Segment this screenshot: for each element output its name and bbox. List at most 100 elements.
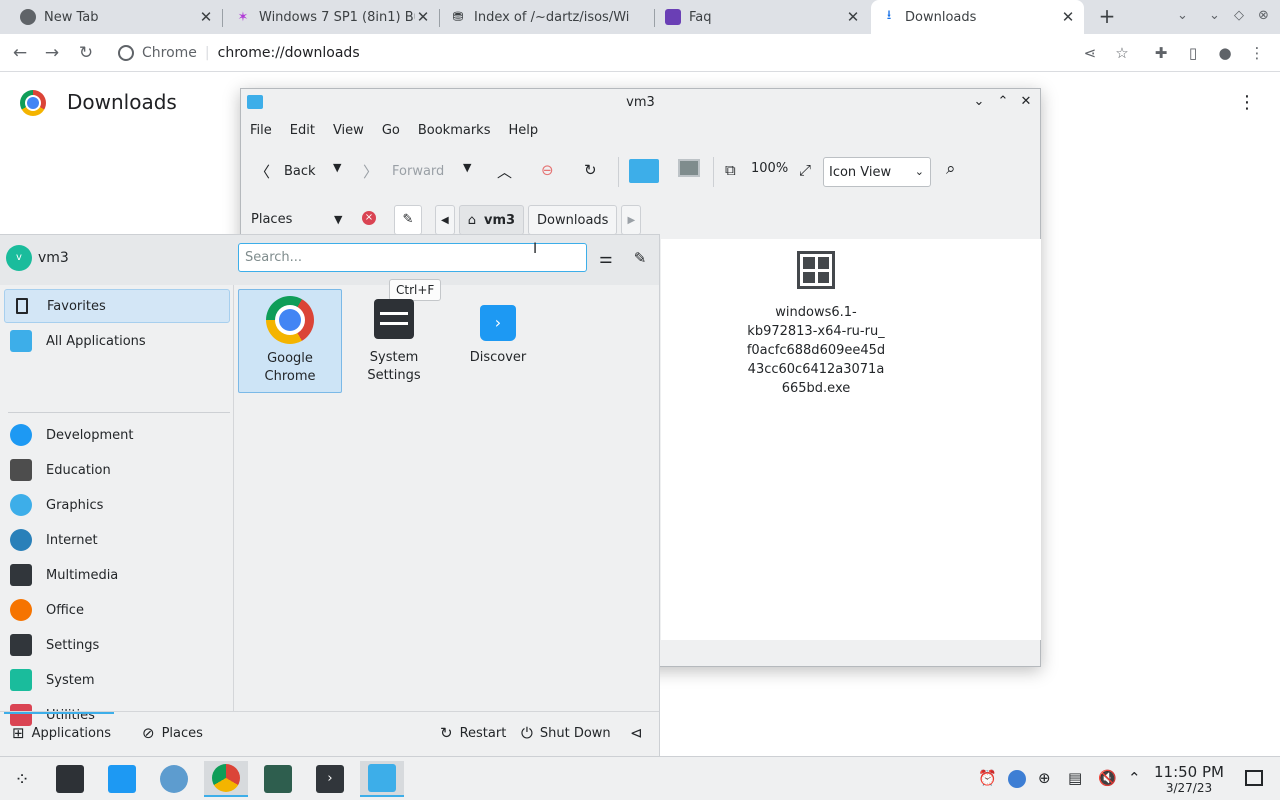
up-icon[interactable]: ︿: [497, 161, 512, 182]
category-development[interactable]: Development: [4, 418, 230, 452]
maximize-icon[interactable]: ⌃: [995, 94, 1011, 110]
tab-index-of[interactable]: ⛃ Index of /~dartz/isos/Win: [440, 0, 654, 34]
category-favorites[interactable]: Favorites: [4, 289, 230, 323]
reload-icon[interactable]: ↻: [584, 161, 597, 179]
view-mode-select[interactable]: Icon View ⌄: [823, 157, 931, 187]
forward-button[interactable]: 〉 Forward: [363, 161, 444, 182]
minimize-icon[interactable]: ⌄: [1209, 8, 1220, 23]
places-dropdown-icon[interactable]: ▼: [334, 213, 342, 226]
multimedia-icon: [10, 564, 32, 586]
minimize-icon[interactable]: ⌄: [971, 94, 987, 110]
close-icon[interactable]: ⊗: [1258, 8, 1269, 23]
tab-close-icon[interactable]: ✕: [1060, 8, 1076, 26]
configure-icon[interactable]: ⚌: [595, 247, 617, 269]
browser-menu-icon[interactable]: ⋮: [1247, 43, 1267, 63]
clock-date[interactable]: 3/27/23: [1150, 781, 1228, 795]
profile-icon[interactable]: ●: [1215, 43, 1235, 63]
breadcrumb-right-arrow-icon[interactable]: ▶: [621, 205, 642, 235]
restart-button[interactable]: ↻ Restart: [440, 724, 506, 742]
tab-close-icon[interactable]: ✕: [198, 8, 214, 26]
app-google-chrome[interactable]: Google Chrome: [238, 289, 342, 393]
task-discover[interactable]: [100, 761, 144, 797]
forward-history-dropdown-icon[interactable]: ▼: [463, 161, 471, 174]
category-graphics[interactable]: Graphics: [4, 488, 230, 522]
menu-go[interactable]: Go: [373, 119, 409, 145]
preview-icon[interactable]: [678, 159, 700, 177]
category-system[interactable]: System: [4, 663, 230, 697]
bookmark-star-icon[interactable]: ☆: [1112, 43, 1132, 63]
clock-time[interactable]: 11:50 PM: [1150, 764, 1228, 780]
update-icon[interactable]: ⊕: [1038, 769, 1051, 787]
breadcrumb-downloads[interactable]: Downloads: [528, 205, 618, 235]
pin-icon[interactable]: ✎: [629, 247, 651, 269]
globe-icon: [10, 529, 32, 551]
application-launcher: v vm3 ⚌ ✎ I Ctrl+F Favorites All Applica…: [0, 234, 660, 756]
menu-bookmarks[interactable]: Bookmarks: [409, 119, 500, 145]
home-folder-icon[interactable]: [629, 159, 659, 183]
qbittorrent-icon[interactable]: [1008, 770, 1026, 788]
alarm-icon[interactable]: ⏰: [978, 769, 997, 787]
zoom-in-icon[interactable]: ⤢: [799, 161, 811, 179]
tab-new-tab[interactable]: New Tab ✕: [0, 0, 222, 34]
avatar[interactable]: v: [6, 245, 32, 271]
edit-location-icon[interactable]: ✎: [394, 205, 422, 235]
window-titlebar[interactable]: vm3 ⌄ ⌃ ✕: [241, 89, 1040, 117]
tab-faq[interactable]: Faq ✕: [655, 0, 869, 34]
search-icon[interactable]: ⌕: [946, 159, 956, 179]
tab-applications[interactable]: ⊞ Applications: [12, 724, 111, 742]
close-panel-icon[interactable]: ×: [362, 211, 376, 225]
category-office[interactable]: Office: [4, 593, 230, 627]
task-kde-connect[interactable]: [152, 761, 196, 797]
category-settings[interactable]: Settings: [4, 628, 230, 662]
back-icon[interactable]: ←: [10, 43, 30, 63]
close-icon[interactable]: ✕: [1018, 94, 1034, 110]
maximize-icon[interactable]: ◇: [1234, 8, 1244, 23]
breadcrumb: ◀ ⌂ vm3 Downloads ▶: [435, 205, 645, 235]
shutdown-button[interactable]: ⏻ Shut Down: [521, 724, 611, 742]
tab-windows7[interactable]: ✶ Windows 7 SP1 (8in1) Buil ✕: [223, 0, 439, 34]
menu-view[interactable]: View: [324, 119, 373, 145]
share-icon[interactable]: ⋖: [1080, 43, 1100, 63]
tab-places[interactable]: ⊘ Places: [142, 724, 203, 742]
zoom-out-icon[interactable]: ⧉: [725, 161, 736, 179]
task-konsole[interactable]: ›: [308, 761, 352, 797]
omnibox[interactable]: Chrome | chrome://downloads: [108, 38, 1108, 68]
tab-close-icon[interactable]: ✕: [845, 8, 861, 26]
breadcrumb-left-arrow-icon[interactable]: ◀: [435, 205, 455, 235]
stop-icon[interactable]: ⊖: [541, 161, 554, 179]
tab-search-icon[interactable]: ⌄: [1177, 8, 1188, 23]
task-dolphin[interactable]: [360, 761, 404, 797]
task-system-monitor[interactable]: [256, 761, 300, 797]
app-discover[interactable]: › Discover: [446, 289, 550, 393]
file-item[interactable]: windows6.1- kb972813-x64-ru-ru_ f0acfc68…: [741, 251, 891, 398]
task-chrome[interactable]: [204, 761, 248, 797]
tab-downloads[interactable]: ⭳ Downloads ✕: [871, 0, 1084, 34]
category-multimedia[interactable]: Multimedia: [4, 558, 230, 592]
more-actions-icon[interactable]: ⋮: [1238, 92, 1256, 113]
tab-close-icon[interactable]: ✕: [415, 8, 431, 26]
leave-options-button[interactable]: ⊲: [630, 724, 643, 742]
app-label: Discover: [469, 350, 527, 365]
menu-help[interactable]: Help: [499, 119, 547, 145]
extensions-icon[interactable]: ✚: [1151, 43, 1171, 63]
task-system-settings[interactable]: [48, 761, 92, 797]
back-button[interactable]: 〈 Back: [255, 161, 316, 182]
volume-muted-icon[interactable]: 🔇: [1098, 769, 1117, 787]
category-all-applications[interactable]: All Applications: [4, 324, 230, 358]
clipboard-icon[interactable]: ▤: [1068, 769, 1082, 787]
launcher-button[interactable]: ⁘: [0, 761, 44, 797]
file-view[interactable]: windows6.1- kb972813-x64-ru-ru_ f0acfc68…: [661, 239, 1041, 640]
menu-file[interactable]: File: [241, 119, 281, 145]
show-desktop-icon[interactable]: [1245, 770, 1263, 786]
back-history-dropdown-icon[interactable]: ▼: [333, 161, 341, 174]
breadcrumb-vm3[interactable]: ⌂ vm3: [458, 205, 525, 235]
side-panel-icon[interactable]: ▯: [1183, 43, 1203, 63]
forward-icon[interactable]: →: [42, 43, 62, 63]
category-internet[interactable]: Internet: [4, 523, 230, 557]
menu-edit[interactable]: Edit: [281, 119, 324, 145]
app-system-settings[interactable]: System Settings: [342, 289, 446, 393]
category-education[interactable]: Education: [4, 453, 230, 487]
reload-icon[interactable]: ↻: [76, 43, 96, 63]
chevron-up-icon[interactable]: ⌃: [1128, 769, 1141, 787]
new-tab-button[interactable]: +: [1096, 6, 1118, 28]
